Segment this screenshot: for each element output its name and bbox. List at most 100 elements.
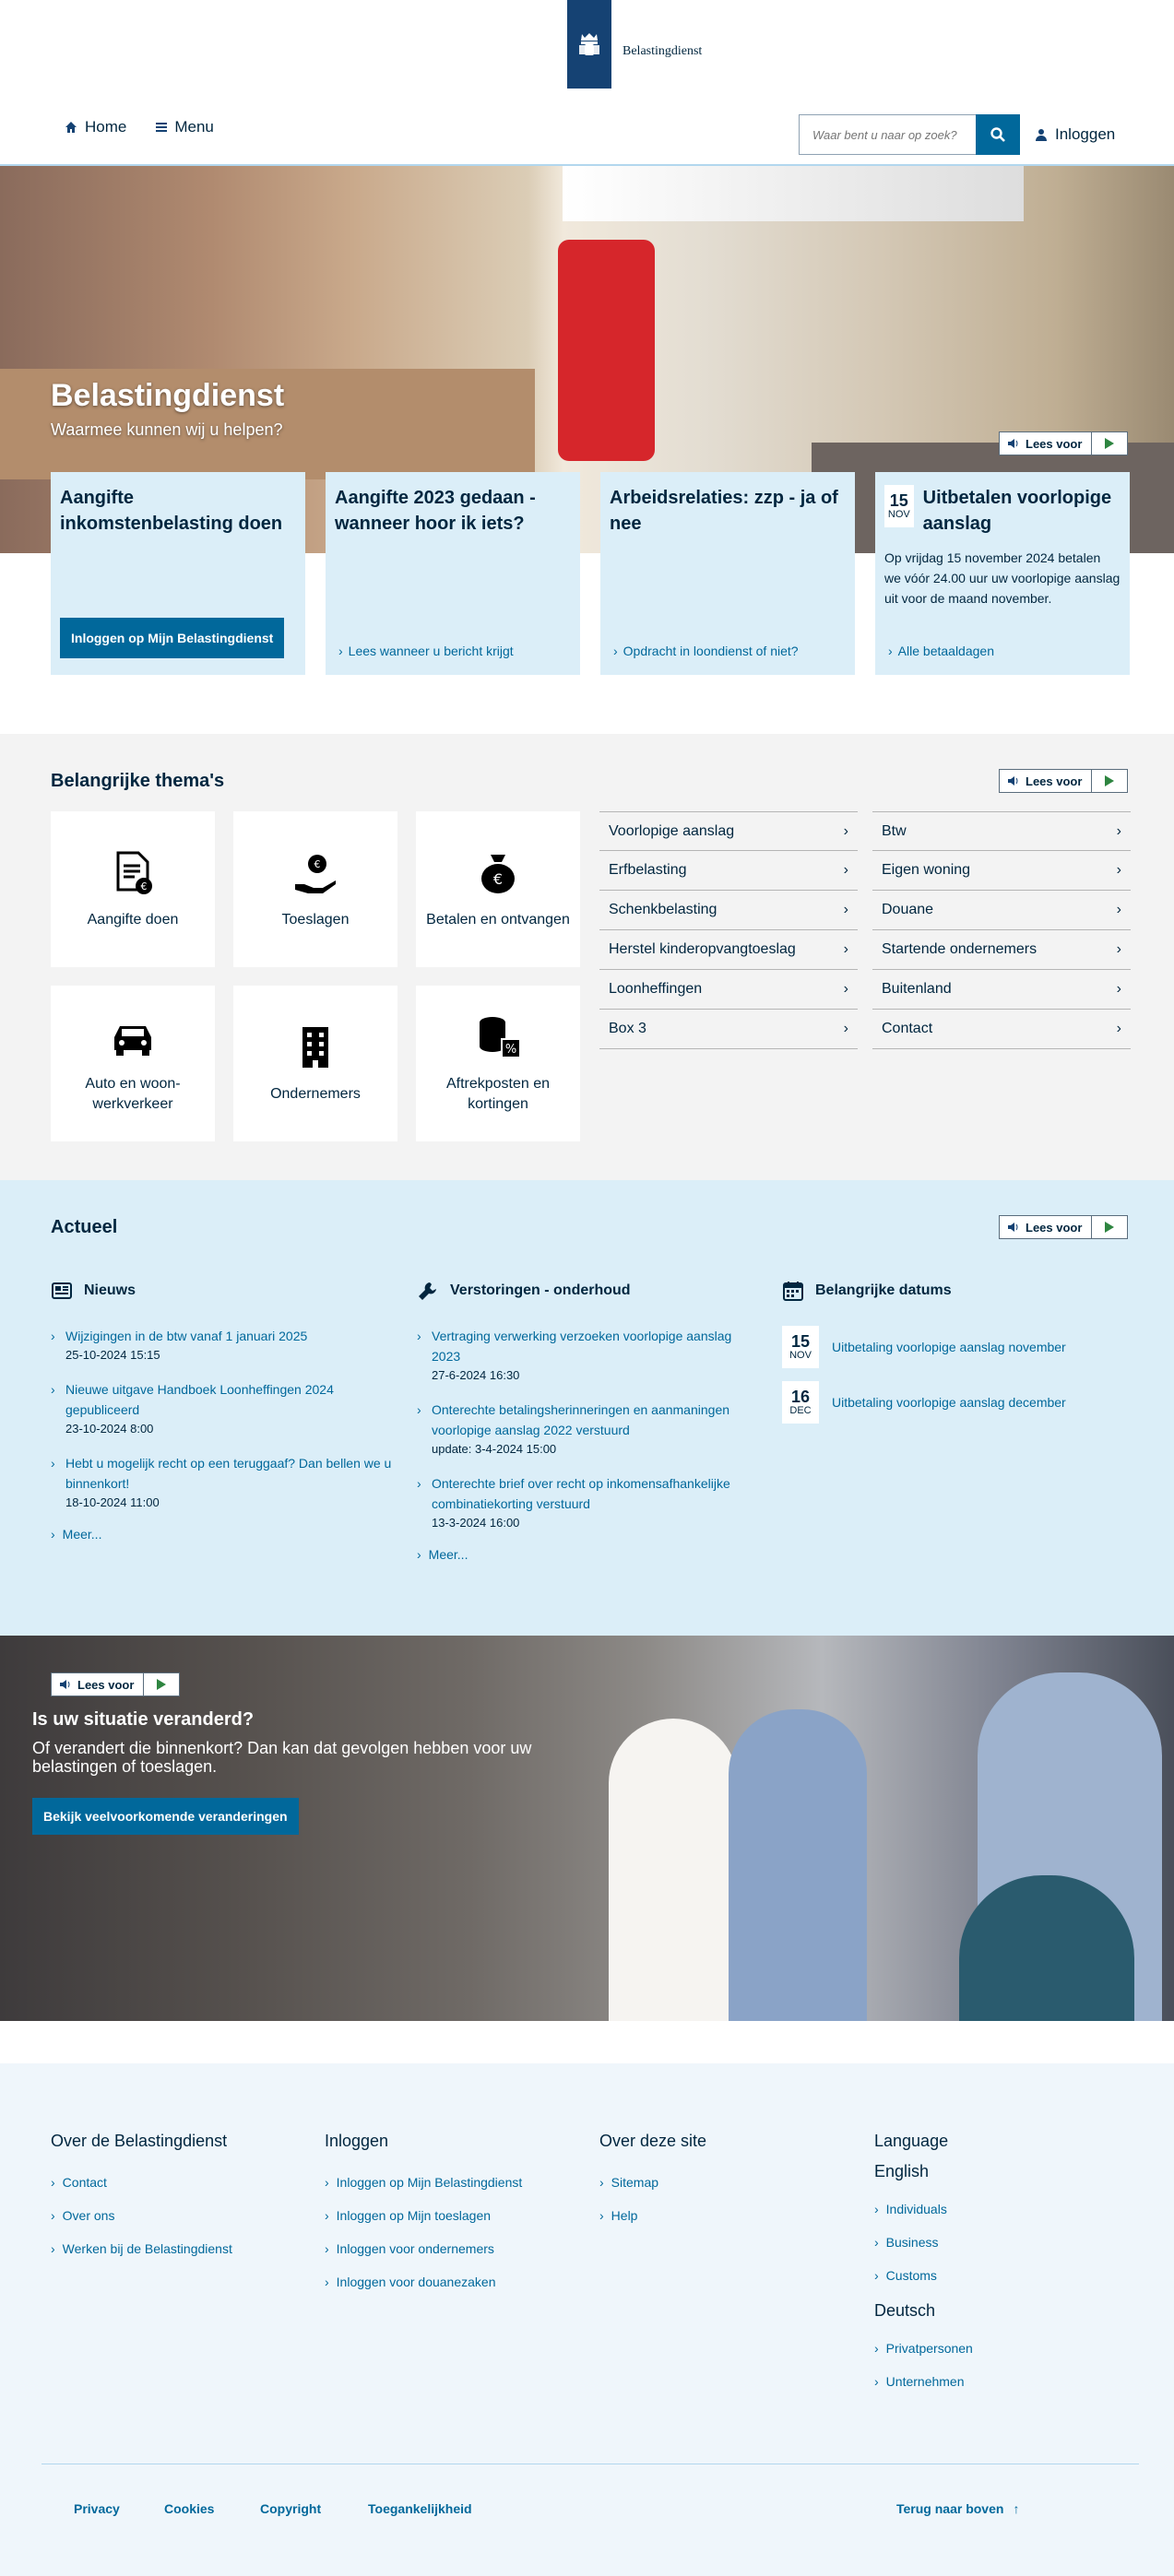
outage-item[interactable]: › Vertraging verwerking verzoeken voorlop… [417, 1326, 758, 1385]
tile-betalen-ontvangen[interactable]: € Betalen en ontvangen [416, 811, 580, 967]
speaker-icon [1008, 439, 1018, 448]
copyright-link[interactable]: Copyright [260, 2501, 321, 2516]
search-input[interactable] [799, 114, 976, 155]
play-button[interactable] [1092, 432, 1127, 455]
back-to-top-link[interactable]: Terug naar boven ↑ [896, 2501, 1019, 2516]
date-link[interactable]: Uitbetaling voorlopige aanslag december [832, 1395, 1066, 1410]
card-aangifte[interactable]: Aangifte inkomstenbelasting doen Inlogge… [51, 472, 305, 675]
outage-item[interactable]: › Onterechte brief over recht op inkomens… [417, 1473, 758, 1532]
theme-link[interactable]: Loonheffingen › [599, 970, 858, 1010]
theme-link[interactable]: Buitenland › [872, 970, 1131, 1010]
banner-read-aloud: Lees voor [51, 1672, 181, 1696]
theme-link[interactable]: Erfbelasting › [599, 851, 858, 891]
footer-link[interactable]: › Contact [51, 2175, 309, 2190]
footer-link[interactable]: › Business [874, 2235, 1132, 2250]
news-item[interactable]: › Wijzigingen in de btw vanaf 1 januari 2… [51, 1326, 392, 1365]
chevron-right-icon: › [874, 2202, 879, 2216]
read-aloud-button[interactable]: Lees voor [1000, 770, 1093, 792]
theme-link[interactable]: Douane › [872, 891, 1131, 930]
tile-auto-woon-werkverkeer[interactable]: Auto en woon-werkverkeer [51, 986, 215, 1141]
read-aloud-button[interactable]: Lees voor [52, 1673, 145, 1696]
theme-link[interactable]: Btw › [872, 811, 1131, 851]
date-item[interactable]: 16 DEC Uitbetaling voorlopige aanslag dec… [782, 1381, 1123, 1424]
card-link[interactable]: › Opdracht in loondienst of niet? [613, 644, 799, 658]
footer-link[interactable]: › Individuals [874, 2202, 1132, 2216]
footer-link[interactable]: › Inloggen op Mijn Belastingdienst [325, 2175, 583, 2190]
tile-aangifte-doen[interactable]: € Aangifte doen [51, 811, 215, 967]
theme-link[interactable]: Startende ondernemers › [872, 930, 1131, 970]
theme-link[interactable]: Eigen woning › [872, 851, 1131, 891]
outages-more-link[interactable]: › Meer... [417, 1547, 758, 1562]
theme-link[interactable]: Voorlopige aanslag › [599, 811, 858, 851]
footer-link[interactable]: › Privatpersonen [874, 2341, 1132, 2356]
footer-link[interactable]: › Werken bij de Belastingdienst [51, 2241, 309, 2256]
tile-label: Auto en woon-werkverkeer [85, 1075, 181, 1112]
login-label: Inloggen [1055, 125, 1116, 143]
privacy-link[interactable]: Privacy [74, 2501, 120, 2516]
tile-label: Toeslagen [281, 911, 350, 928]
tile-ondernemers[interactable]: Ondernemers [233, 986, 397, 1141]
chevron-right-icon: › [1116, 981, 1121, 997]
outage-date: 13-3-2024 16:00 [432, 1516, 520, 1530]
footer-link[interactable]: › Inloggen voor douanezaken [325, 2275, 583, 2289]
search-button[interactable] [976, 114, 1020, 155]
card-uitbetalen[interactable]: 15 NOV Uitbetalen voorlopige aanslag Op … [875, 472, 1130, 675]
news-item[interactable]: › Hebt u mogelijk recht op een teruggaaf?… [51, 1453, 392, 1512]
read-aloud-button[interactable]: Lees voor [1000, 1216, 1093, 1238]
date-badge: 15 NOV [884, 485, 914, 527]
card-aangifte-2023[interactable]: Aangifte 2023 gedaan - wanneer hoor ik i… [326, 472, 580, 675]
theme-link[interactable]: Box 3 › [599, 1010, 858, 1049]
theme-link-label: Erfbelasting [609, 862, 687, 878]
tile-aftrekposten[interactable]: % Aftrekposten en kortingen [416, 986, 580, 1141]
date-item[interactable]: 15 NOV Uitbetaling voorlopige aanslag nov… [782, 1326, 1123, 1368]
footer-link[interactable]: › Inloggen op Mijn toeslagen [325, 2208, 583, 2223]
card-text: Op vrijdag 15 november 2024 betalen we v… [884, 550, 1121, 606]
tile-toeslagen[interactable]: € Toeslagen [233, 811, 397, 967]
card-title: Uitbetalen voorlopige aanslag [922, 488, 1112, 534]
date-badge: 16 DEC [782, 1381, 819, 1424]
play-button[interactable] [144, 1673, 179, 1696]
card-arbeidsrelaties[interactable]: Arbeidsrelaties: zzp - ja of nee › Opdrac… [600, 472, 855, 675]
footer-link-label: Customs [885, 2268, 937, 2283]
login-mijn-belastingdienst-button[interactable]: Inloggen op Mijn Belastingdienst [60, 618, 285, 658]
nav-home-label: Home [85, 118, 127, 136]
footer-link[interactable]: › Unternehmen [874, 2374, 1132, 2389]
date-link[interactable]: Uitbetaling voorlopige aanslag november [832, 1340, 1066, 1354]
nav-menu[interactable]: Menu [156, 118, 214, 136]
theme-link[interactable]: Contact › [872, 1010, 1131, 1049]
news-item[interactable]: › Nieuwe uitgave Handboek Loonheffingen 2… [51, 1379, 392, 1438]
news-date: 18-10-2024 11:00 [65, 1495, 160, 1509]
login-link[interactable]: Inloggen [1035, 116, 1115, 153]
card-link[interactable]: › Lees wanneer u bericht krijgt [338, 644, 514, 658]
card-title: Arbeidsrelaties: zzp - ja of nee [610, 488, 838, 534]
theme-link[interactable]: Herstel kinderopvangtoeslag › [599, 930, 858, 970]
card-link-label: Lees wanneer u bericht krijgt [348, 644, 514, 658]
news-more-link[interactable]: › Meer... [51, 1527, 392, 1542]
footer-link[interactable]: › Help [599, 2208, 858, 2223]
outage-item[interactable]: › Onterechte betalingsherinneringen en aa… [417, 1400, 758, 1459]
card-link[interactable]: › Alle betaaldagen [888, 644, 994, 658]
accessibility-link[interactable]: Toegankelijkheid [368, 2501, 472, 2516]
changes-button[interactable]: Bekijk veelvoorkomende veranderingen [32, 1798, 299, 1835]
chevron-right-icon: › [51, 2208, 55, 2223]
speaker-icon [60, 1680, 70, 1689]
footer-link[interactable]: › Over ons [51, 2208, 309, 2223]
theme-tiles: € Aangifte doen € Toeslagen € Betalen en… [51, 811, 580, 1141]
language-deutsch: Deutsch [874, 2301, 936, 2320]
card-title: Aangifte inkomstenbelasting doen [60, 488, 283, 534]
crown-logo-icon[interactable] [567, 0, 611, 89]
chevron-right-icon: › [843, 981, 848, 997]
read-aloud-button[interactable]: Lees voor [1000, 432, 1093, 455]
footer-link[interactable]: › Inloggen voor ondernemers [325, 2241, 583, 2256]
play-button[interactable] [1092, 1216, 1127, 1238]
svg-text:€: € [314, 858, 321, 870]
cookies-link[interactable]: Cookies [164, 2501, 214, 2516]
footer-link[interactable]: › Sitemap [599, 2175, 858, 2190]
dates-column: Belangrijke datums 15 NOV Uitbetaling voo… [782, 1280, 1123, 1436]
play-button[interactable] [1092, 770, 1127, 792]
chevron-right-icon: › [843, 822, 848, 839]
nav-home[interactable]: Home [65, 118, 126, 136]
theme-link[interactable]: Schenkbelasting › [599, 891, 858, 930]
card-title: Aangifte 2023 gedaan - wanneer hoor ik i… [335, 488, 536, 534]
footer-link[interactable]: › Customs [874, 2268, 1132, 2283]
